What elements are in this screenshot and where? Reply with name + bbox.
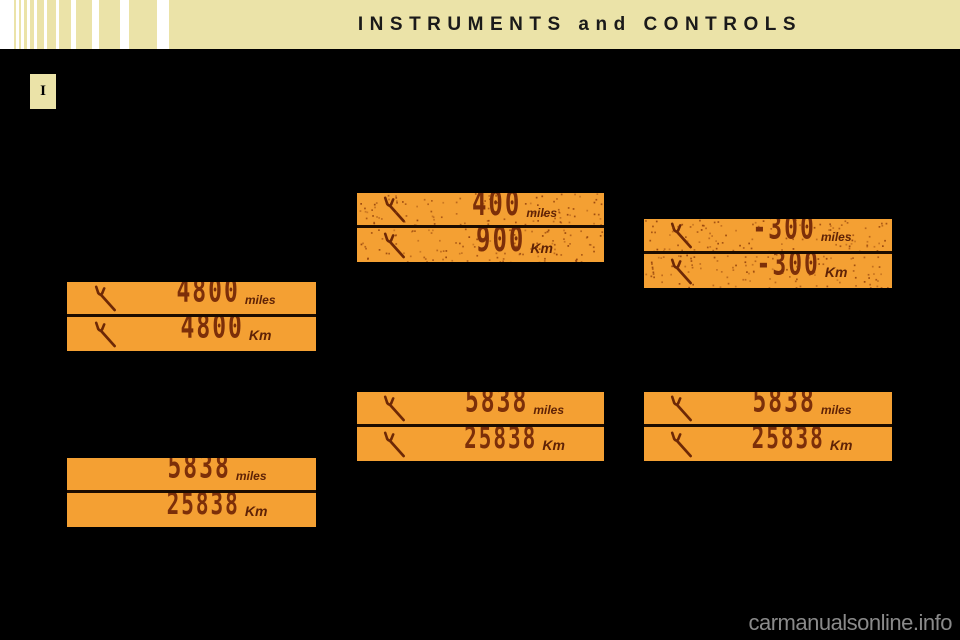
display-row-km: 25838 Km — [357, 426, 604, 462]
wrench-icon — [644, 392, 718, 424]
odometer-digits: -300 — [756, 253, 820, 284]
odometer-unit-label: miles — [244, 293, 276, 308]
readout-value-group: 4800 miles — [142, 282, 316, 309]
wrench-icon — [644, 427, 718, 462]
odometer-unit-label: miles — [820, 230, 852, 245]
header-stripe-decoration — [0, 0, 195, 49]
wrench-icon — [67, 282, 142, 314]
display-row-miles: 5838 miles — [67, 458, 316, 493]
display-row-miles: 5838 miles — [357, 392, 604, 427]
odometer-5838-25838-right: 5838 miles 25838 Km — [644, 392, 892, 464]
header-stripe-8 — [99, 0, 121, 49]
header-stripe-4 — [37, 0, 44, 49]
odometer-unit-label: Km — [244, 503, 268, 520]
wrench-icon — [67, 317, 142, 352]
display-row-km: 4800 Km — [67, 316, 316, 352]
header-stripe-1 — [18, 0, 21, 49]
odometer-digits: 5838 — [752, 392, 816, 421]
odometer-digits: 900 — [476, 227, 526, 260]
odometer-unit-label: Km — [248, 327, 272, 344]
header-stripe-3 — [29, 0, 34, 49]
readout-value-group: 25838 Km — [431, 427, 604, 454]
odometer-digits: -300 — [752, 219, 816, 248]
readout-value-group: 5838 miles — [431, 392, 604, 419]
wrench-icon — [357, 193, 431, 225]
wrench-icon — [644, 254, 718, 289]
odometer-digits: 4800 — [180, 316, 244, 347]
display-row-km: 25838 Km — [67, 492, 316, 527]
display-row-km: 900 Km — [357, 227, 604, 263]
readout-value-group: 400 miles — [431, 193, 604, 221]
display-row-km: -300 Km — [644, 253, 892, 289]
wrench-icon — [357, 228, 431, 263]
readout-value-group: 900 Km — [431, 228, 604, 257]
readout-value-group: 5838 miles — [718, 392, 892, 419]
readout-value-group: -300 miles — [718, 219, 892, 246]
page-header-band: INSTRUMENTS and CONTROLS — [0, 0, 960, 49]
wrench-icon — [357, 427, 431, 462]
odometer-unit-label: miles — [235, 469, 267, 484]
odometer-digits: 25838 — [166, 492, 240, 522]
display-row-km: 25838 Km — [644, 426, 892, 462]
header-stripe-5 — [46, 0, 56, 49]
odometer-unit-label: Km — [542, 437, 565, 454]
display-row-miles: 5838 miles — [644, 392, 892, 427]
header-stripe-9 — [128, 0, 157, 49]
chapter-tab-marker: I — [30, 74, 56, 109]
header-stripe-10 — [168, 0, 195, 49]
readout-value-group: -300 Km — [718, 254, 892, 282]
display-row-miles: -300 miles — [644, 219, 892, 254]
odometer-unit-label: Km — [824, 264, 848, 281]
display-row-miles: 4800 miles — [67, 282, 316, 317]
readout-value-group: 5838 miles — [124, 458, 316, 485]
header-stripe-2 — [23, 0, 27, 49]
header-stripe-0 — [14, 0, 16, 49]
odometer-digits: 5838 — [464, 392, 529, 421]
header-stripe-7 — [76, 0, 93, 49]
service-overdue-minus-300: -300 miles -300 Km — [644, 219, 892, 291]
service-interval-4800: 4800 miles 4800 Km — [67, 282, 316, 354]
service-due-soon-400-900: 400 miles 900 Km — [357, 193, 604, 265]
odometer-unit-label: Km — [829, 437, 853, 454]
odometer-digits: 5838 — [167, 458, 231, 487]
odometer-unit-label: miles — [820, 403, 852, 418]
display-row-miles: 400 miles — [357, 193, 604, 228]
page-title: INSTRUMENTS and CONTROLS — [357, 13, 803, 35]
page-root: INSTRUMENTS and CONTROLS I 4800 miles 4800… — [0, 0, 960, 640]
odometer-digits: 4800 — [176, 282, 240, 311]
odometer-unit-label: miles — [533, 403, 565, 418]
odometer-digits: 400 — [471, 193, 522, 224]
wrench-icon — [644, 219, 718, 251]
odometer-unit-label: miles — [526, 205, 558, 220]
odometer-unit-label: Km — [530, 239, 553, 256]
odometer-5838-25838-mid: 5838 miles 25838 Km — [357, 392, 604, 464]
readout-value-group: 4800 Km — [142, 317, 316, 345]
readout-value-group: 25838 Km — [124, 493, 316, 520]
odometer-digits: 25838 — [464, 426, 538, 456]
odometer-digits: 25838 — [751, 426, 825, 456]
readout-value-group: 25838 Km — [718, 427, 892, 454]
wrench-icon — [357, 392, 431, 424]
site-watermark: carmanualsonline.info — [748, 610, 952, 635]
header-stripe-6 — [59, 0, 72, 49]
odometer-5838-25838-left: 5838 miles 25838 Km — [67, 458, 316, 530]
